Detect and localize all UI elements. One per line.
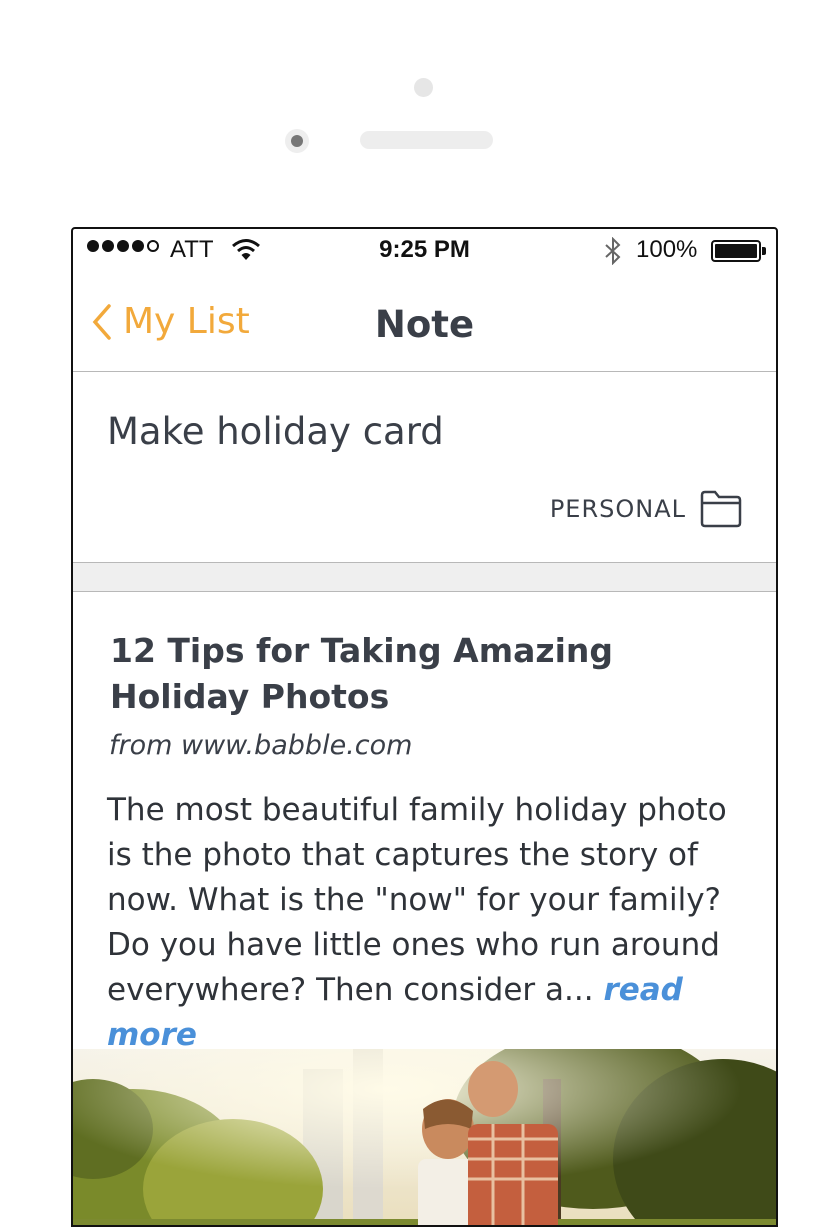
- phone-sensor: [414, 78, 433, 97]
- category-selector[interactable]: PERSONAL: [550, 490, 742, 528]
- phone-camera: [285, 129, 309, 153]
- folder-icon: [700, 490, 742, 528]
- page-title: Note: [374, 303, 475, 346]
- article-title[interactable]: 12 Tips for Taking Amazing Holiday Photo…: [110, 628, 730, 720]
- article-excerpt: The most beautiful family holiday photo …: [107, 788, 747, 1058]
- section-divider: [73, 563, 776, 592]
- phone-earpiece: [360, 131, 493, 149]
- note-header: Make holiday card PERSONAL: [73, 372, 776, 563]
- article-source: from www.babble.com: [109, 730, 413, 761]
- note-title[interactable]: Make holiday card: [107, 410, 444, 453]
- category-label: PERSONAL: [549, 495, 686, 523]
- battery-percentage: 100%: [636, 236, 698, 263]
- phone-screen: ATT 9:25 PM 100% My List Note Make holid…: [71, 227, 778, 1227]
- navigation-bar: My List Note: [73, 273, 776, 372]
- battery-icon: [711, 240, 766, 262]
- bluetooth-icon: [605, 237, 621, 265]
- article-photo[interactable]: [73, 1049, 776, 1225]
- status-bar: ATT 9:25 PM 100%: [73, 229, 776, 273]
- family-photo-image: [73, 1049, 776, 1225]
